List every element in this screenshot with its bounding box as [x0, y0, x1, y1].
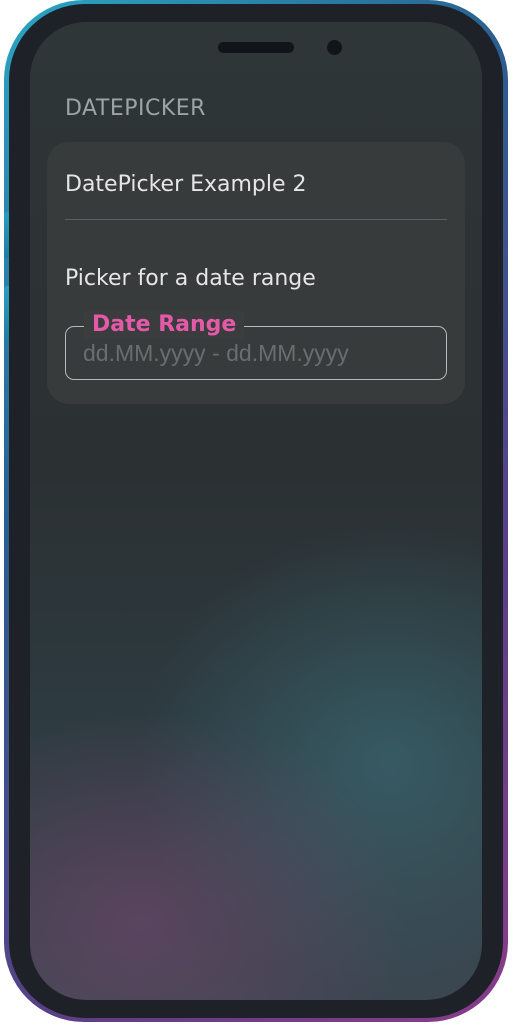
- front-camera: [327, 40, 342, 55]
- datepicker-card: DatePicker Example 2 Picker for a date r…: [47, 142, 465, 404]
- picker-description: Picker for a date range: [65, 266, 316, 291]
- date-range-label: Date Range: [84, 311, 245, 339]
- section-title: DATEPICKER: [65, 96, 206, 121]
- speaker-grille: [218, 42, 294, 53]
- phone-screen: DATEPICKER DatePicker Example 2 Picker f…: [30, 22, 482, 1000]
- card-title: DatePicker Example 2: [65, 172, 307, 197]
- card-divider: [65, 219, 447, 220]
- date-range-field[interactable]: Date Range dd.MM.yyyy - dd.MM.yyyy: [65, 311, 447, 380]
- date-range-placeholder: dd.MM.yyyy - dd.MM.yyyy: [83, 340, 349, 366]
